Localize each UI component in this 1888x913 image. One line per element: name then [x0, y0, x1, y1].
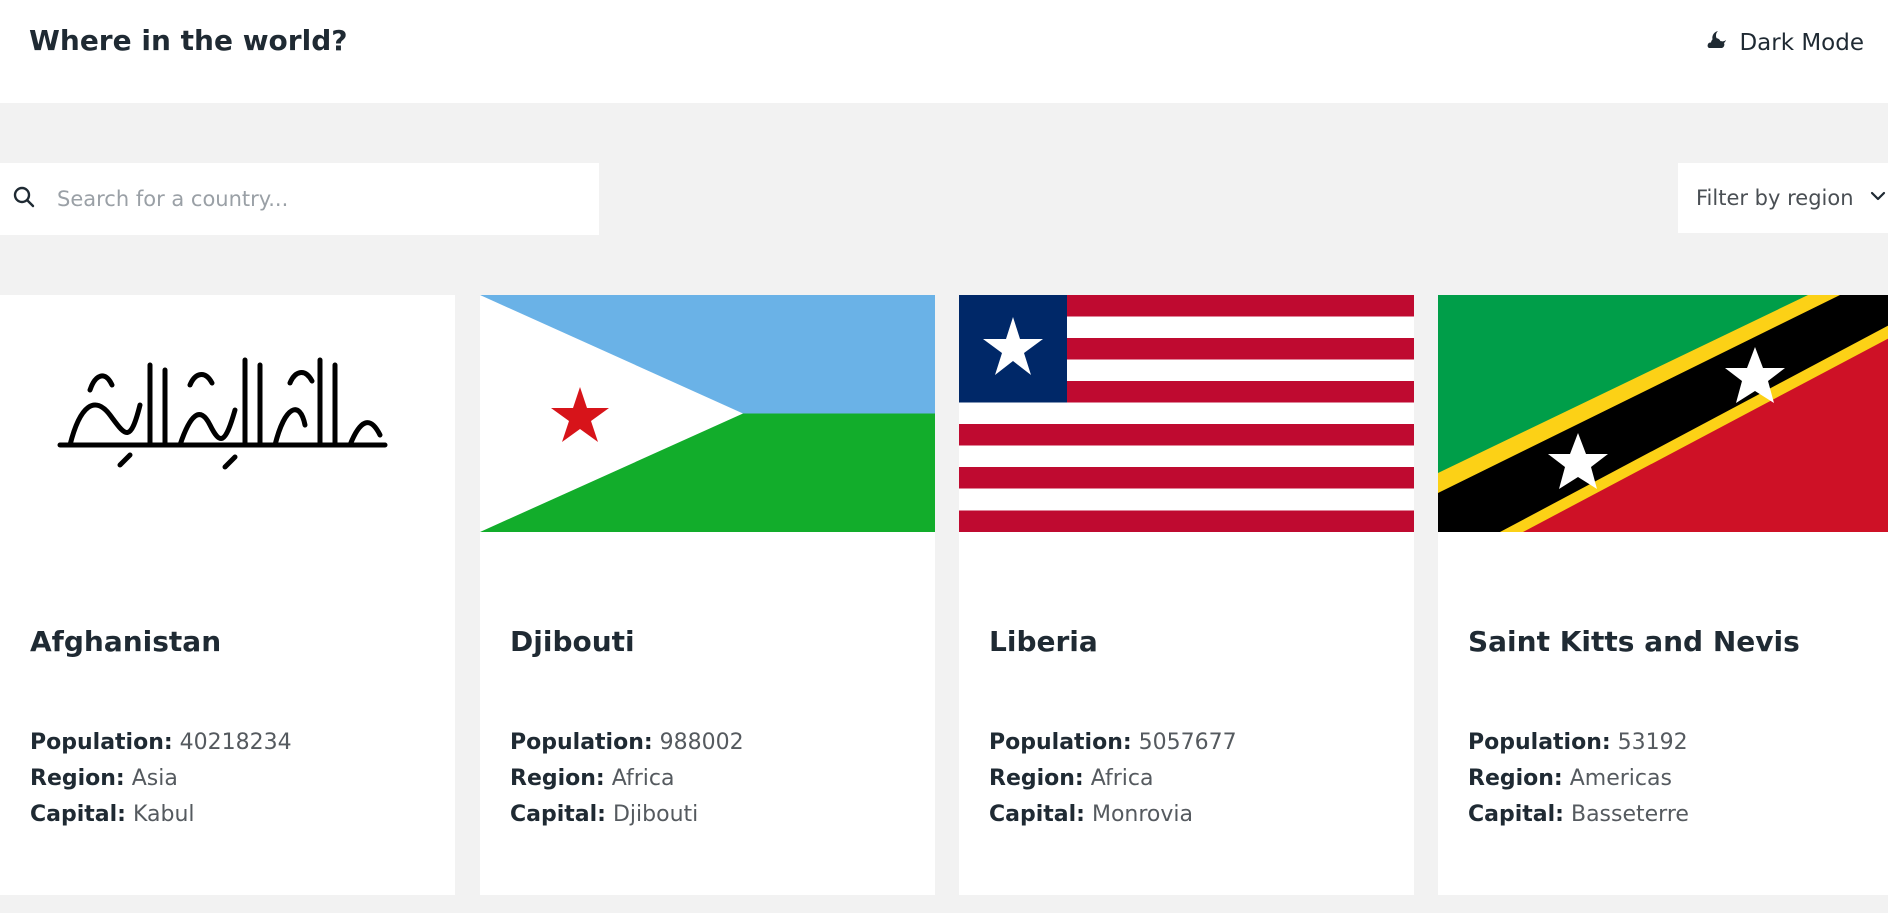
country-name: Afghanistan [30, 625, 222, 658]
capital-value: Monrovia [1091, 802, 1194, 827]
region-value: Africa [611, 766, 675, 791]
capital-row: Capital: Basseterre [1468, 797, 1689, 833]
population-label: Population: [510, 730, 653, 755]
search-icon [0, 185, 36, 213]
capital-label: Capital: [989, 802, 1085, 827]
region-label: Region: [30, 766, 125, 791]
population-row: Population: 988002 [510, 725, 744, 761]
filter-label: Filter by region [1696, 186, 1854, 210]
country-card-liberia[interactable]: Liberia Population: 5057677 Region: Afri… [959, 295, 1414, 895]
country-name: Liberia [989, 625, 1098, 658]
dark-mode-toggle[interactable]: Dark Mode [1705, 24, 1864, 62]
liberia-flag [959, 295, 1414, 532]
population-row: Population: 5057677 [989, 725, 1237, 761]
region-label: Region: [510, 766, 605, 791]
region-value: Asia [131, 766, 178, 791]
country-details: Population: 40218234 Region: Asia Capita… [30, 725, 292, 833]
population-value: 53192 [1617, 730, 1688, 755]
moon-cloud-icon [1705, 28, 1729, 58]
afghanistan-flag [0, 295, 455, 532]
country-details: Population: 53192 Region: Americas Capit… [1468, 725, 1689, 833]
capital-label: Capital: [510, 802, 606, 827]
chevron-down-icon [1854, 187, 1887, 209]
capital-label: Capital: [1468, 802, 1564, 827]
region-label: Region: [989, 766, 1084, 791]
population-row: Population: 40218234 [30, 725, 292, 761]
region-row: Region: Americas [1468, 761, 1689, 797]
saint-kitts-and-nevis-flag [1438, 295, 1888, 532]
population-label: Population: [30, 730, 173, 755]
region-label: Region: [1468, 766, 1563, 791]
region-filter-dropdown[interactable]: Filter by region [1678, 163, 1888, 233]
region-row: Region: Asia [30, 761, 292, 797]
capital-row: Capital: Kabul [30, 797, 292, 833]
region-row: Region: Africa [989, 761, 1237, 797]
search-input[interactable] [57, 174, 557, 224]
capital-value: Kabul [132, 802, 195, 827]
country-card-saint-kitts-and-nevis[interactable]: Saint Kitts and Nevis Population: 53192 … [1438, 295, 1888, 895]
capital-value: Djibouti [612, 802, 699, 827]
djibouti-flag [480, 295, 935, 532]
country-card-djibouti[interactable]: Djibouti Population: 988002 Region: Afri… [480, 295, 935, 895]
country-card-afghanistan[interactable]: Afghanistan Population: 40218234 Region:… [0, 295, 455, 895]
population-value: 5057677 [1138, 730, 1237, 755]
region-row: Region: Africa [510, 761, 744, 797]
population-value: 988002 [659, 730, 744, 755]
population-label: Population: [1468, 730, 1611, 755]
country-name: Djibouti [510, 625, 635, 658]
capital-row: Capital: Djibouti [510, 797, 744, 833]
population-row: Population: 53192 [1468, 725, 1689, 761]
capital-value: Basseterre [1570, 802, 1689, 827]
region-value: Americas [1569, 766, 1672, 791]
region-value: Africa [1090, 766, 1154, 791]
country-details: Population: 5057677 Region: Africa Capit… [989, 725, 1237, 833]
population-label: Population: [989, 730, 1132, 755]
top-header: Where in the world? Dark Mode [0, 0, 1888, 103]
capital-label: Capital: [30, 802, 126, 827]
capital-row: Capital: Monrovia [989, 797, 1237, 833]
page-background-strip [0, 895, 1888, 913]
search-box[interactable] [0, 163, 599, 235]
population-value: 40218234 [179, 730, 292, 755]
dark-mode-label: Dark Mode [1739, 30, 1864, 56]
country-name: Saint Kitts and Nevis [1468, 625, 1800, 658]
country-details: Population: 988002 Region: Africa Capita… [510, 725, 744, 833]
app-title: Where in the world? [29, 24, 348, 57]
